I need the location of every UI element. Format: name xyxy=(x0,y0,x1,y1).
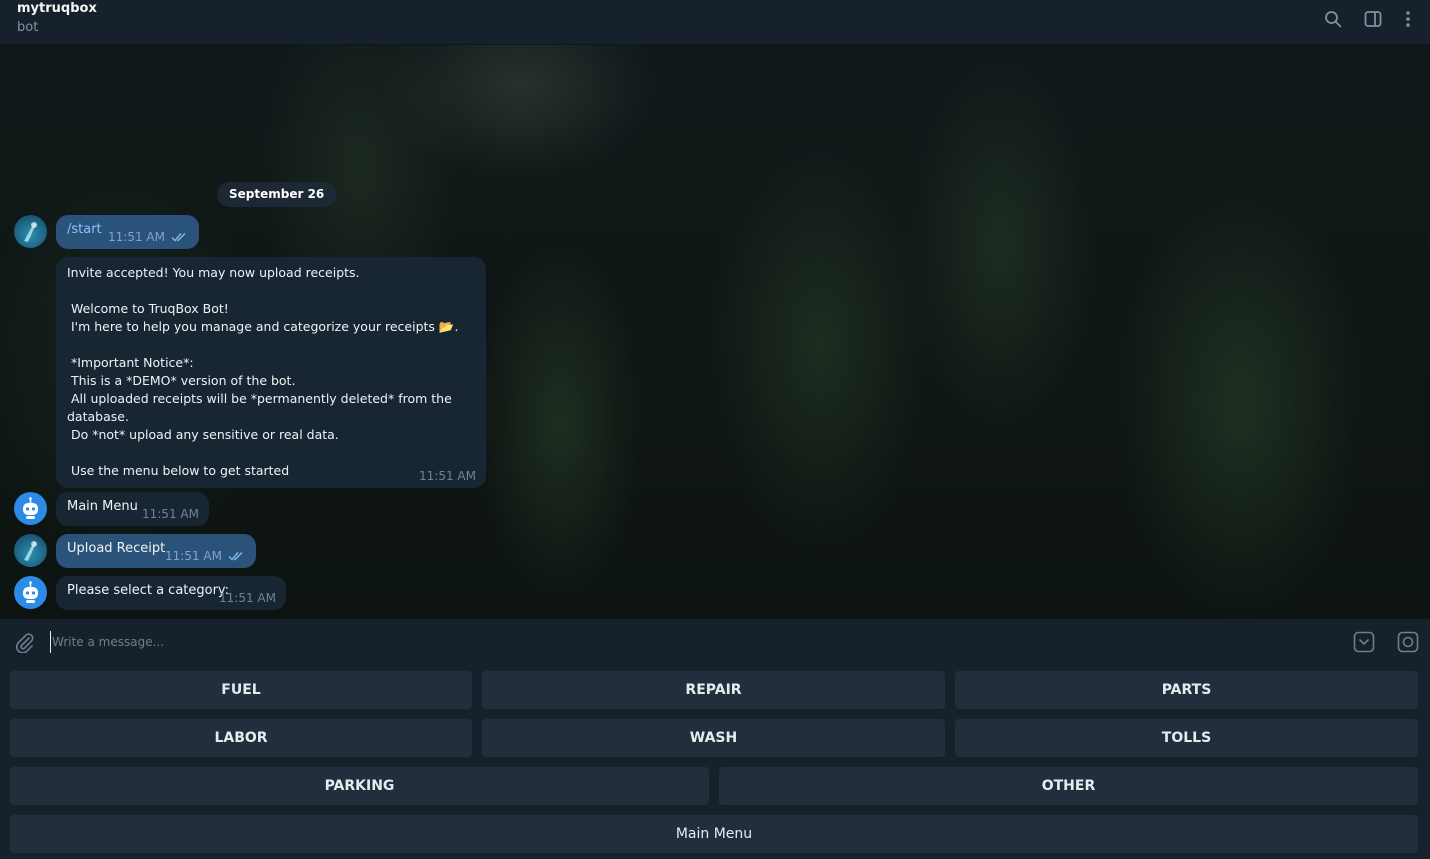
incoming-message[interactable]: Main Menu 11:51 AM xyxy=(56,492,209,526)
message-time: 11:51 AM xyxy=(419,469,476,483)
user-avatar[interactable] xyxy=(14,215,47,248)
message-meta: 11:51 AM xyxy=(419,469,476,483)
chat-subtitle: bot xyxy=(17,20,39,35)
date-separator: September 26 xyxy=(217,182,337,207)
incoming-message[interactable]: Please select a category: 11:51 AM xyxy=(56,576,286,610)
message-time: 11:51 AM xyxy=(142,507,199,521)
category-button-repair[interactable]: REPAIR xyxy=(482,671,945,709)
chat-history[interactable]: September 26 /start 11:51 AM Invite acce… xyxy=(0,45,1430,618)
category-button-wash[interactable]: WASH xyxy=(482,719,945,757)
bot-avatar[interactable] xyxy=(14,492,47,525)
camera-icon[interactable] xyxy=(1397,631,1419,653)
bot-keyboard-toggle-icon[interactable] xyxy=(1353,631,1375,653)
message-meta: 11:51 AM xyxy=(165,549,246,563)
message-text: Main Menu xyxy=(67,499,138,514)
message-time: 11:51 AM xyxy=(219,591,276,605)
incoming-message[interactable]: Invite accepted! You may now upload rece… xyxy=(56,257,486,488)
sidebar-toggle-icon[interactable] xyxy=(1363,9,1383,29)
bot-command-link[interactable]: /start xyxy=(67,222,102,237)
reply-keyboard: FUEL REPAIR PARTS LABOR WASH TOLLS PARKI… xyxy=(0,664,1430,859)
outgoing-message[interactable]: Upload Receipt 11:51 AM xyxy=(56,534,256,568)
main-menu-button[interactable]: Main Menu xyxy=(10,815,1418,853)
paperclip-icon[interactable] xyxy=(13,631,35,654)
outgoing-message[interactable]: /start 11:51 AM xyxy=(56,215,199,249)
message-meta: 11:51 AM xyxy=(219,591,276,605)
message-text: Please select a category: xyxy=(67,583,230,598)
message-text: Upload Receipt xyxy=(67,541,166,556)
message-time: 11:51 AM xyxy=(108,230,165,244)
message-input[interactable] xyxy=(50,631,1330,653)
message-meta: 11:51 AM xyxy=(142,507,199,521)
more-options-icon[interactable] xyxy=(1398,9,1418,29)
user-avatar[interactable] xyxy=(14,534,47,567)
category-button-fuel[interactable]: FUEL xyxy=(10,671,472,709)
category-button-tolls[interactable]: TOLLS xyxy=(955,719,1418,757)
message-composer xyxy=(0,618,1430,664)
search-icon[interactable] xyxy=(1323,9,1343,29)
read-receipt-icon xyxy=(228,552,243,561)
message-meta: 11:51 AM xyxy=(108,230,189,244)
message-text: Invite accepted! You may now upload rece… xyxy=(67,265,459,478)
category-button-parts[interactable]: PARTS xyxy=(955,671,1418,709)
telegram-app: mytruqbox bot September 26 /start 11:51 … xyxy=(0,0,1430,859)
bot-avatar[interactable] xyxy=(14,576,47,609)
category-button-other[interactable]: OTHER xyxy=(719,767,1418,805)
category-button-parking[interactable]: PARKING xyxy=(10,767,709,805)
read-receipt-icon xyxy=(171,233,186,242)
chat-title[interactable]: mytruqbox xyxy=(17,1,97,16)
chat-header: mytruqbox bot xyxy=(0,0,1430,45)
message-time: 11:51 AM xyxy=(165,549,222,563)
category-button-labor[interactable]: LABOR xyxy=(10,719,472,757)
